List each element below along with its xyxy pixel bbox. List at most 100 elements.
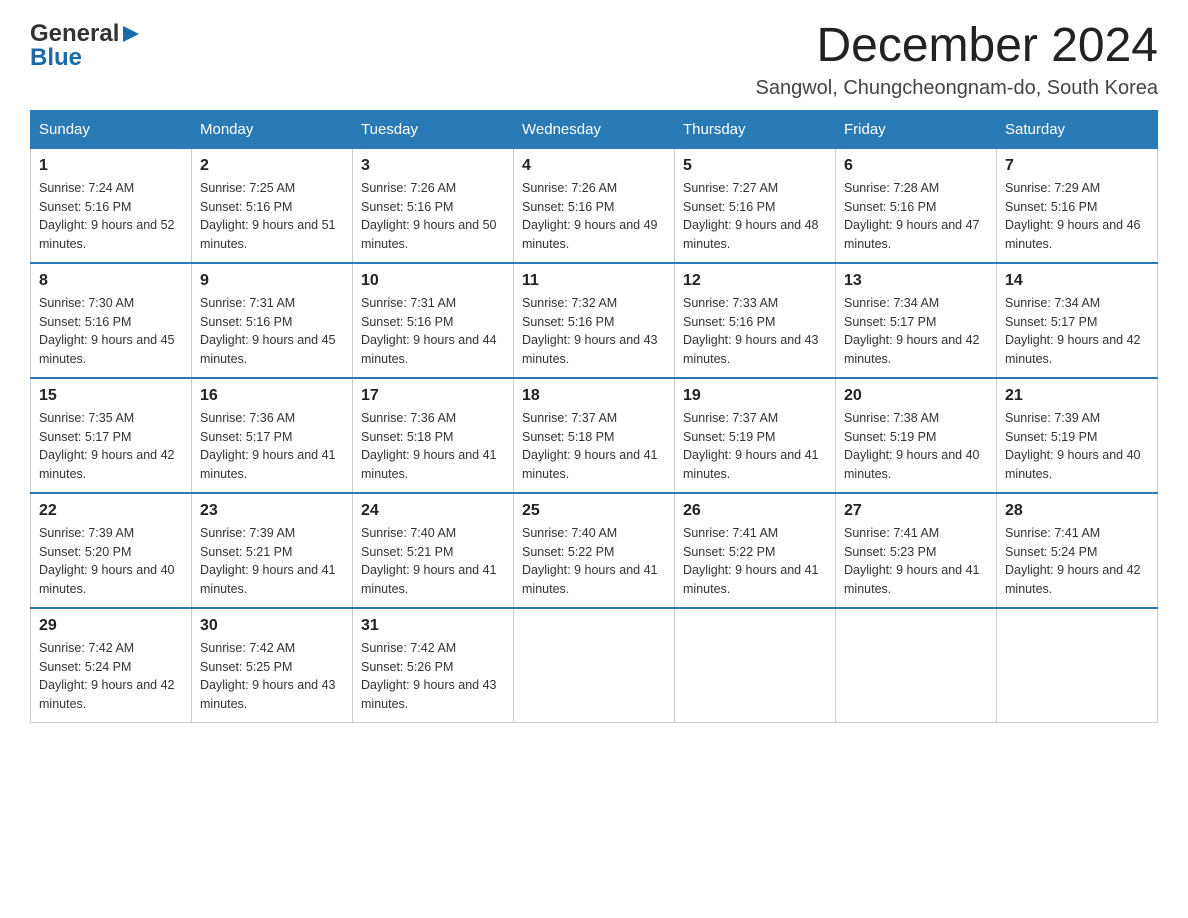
day-info: Sunrise: 7:42 AMSunset: 5:26 PMDaylight:…: [361, 639, 505, 714]
day-number: 3: [361, 157, 505, 175]
logo-arrow-icon: [121, 24, 141, 44]
calendar-cell: 31 Sunrise: 7:42 AMSunset: 5:26 PMDayligh…: [353, 608, 514, 723]
day-info: Sunrise: 7:26 AMSunset: 5:16 PMDaylight:…: [522, 179, 666, 254]
calendar-cell: 5Sunrise: 7:27 AMSunset: 5:16 PMDaylight…: [675, 148, 836, 263]
calendar-cell: 7 Sunrise: 7:29 AMSunset: 5:16 PMDaylight…: [997, 148, 1158, 263]
calendar-cell: 15 Sunrise: 7:35 AMSunset: 5:17 PMDayligh…: [31, 378, 192, 493]
day-number: 25: [522, 502, 666, 520]
day-info: Sunrise: 7:34 AMSunset: 5:17 PMDaylight:…: [844, 294, 988, 369]
day-number: 13: [844, 272, 988, 290]
day-number: 1: [39, 157, 183, 175]
calendar-cell: [675, 608, 836, 723]
calendar-header-row: SundayMondayTuesdayWednesdayThursdayFrid…: [31, 110, 1158, 148]
day-number: 2: [200, 157, 344, 175]
calendar-cell: 22 Sunrise: 7:39 AMSunset: 5:20 PMDayligh…: [31, 493, 192, 608]
day-number: 9: [200, 272, 344, 290]
day-info: Sunrise: 7:33 AMSunset: 5:16 PMDaylight:…: [683, 294, 827, 369]
day-info: Sunrise: 7:26 AMSunset: 5:16 PMDaylight:…: [361, 179, 505, 254]
calendar-cell: 9 Sunrise: 7:31 AMSunset: 5:16 PMDaylight…: [192, 263, 353, 378]
day-info: Sunrise: 7:25 AMSunset: 5:16 PMDaylight:…: [200, 179, 344, 254]
calendar-cell: 12 Sunrise: 7:33 AMSunset: 5:16 PMDayligh…: [675, 263, 836, 378]
calendar-cell: 19 Sunrise: 7:37 AMSunset: 5:19 PMDayligh…: [675, 378, 836, 493]
day-info: Sunrise: 7:39 AMSunset: 5:19 PMDaylight:…: [1005, 409, 1149, 484]
calendar-cell: 25 Sunrise: 7:40 AMSunset: 5:22 PMDayligh…: [514, 493, 675, 608]
calendar-cell: 2 Sunrise: 7:25 AMSunset: 5:16 PMDaylight…: [192, 148, 353, 263]
day-number: 23: [200, 502, 344, 520]
day-info: Sunrise: 7:37 AMSunset: 5:18 PMDaylight:…: [522, 409, 666, 484]
day-of-week-sunday: Sunday: [31, 110, 192, 148]
day-info: Sunrise: 7:42 AMSunset: 5:24 PMDaylight:…: [39, 639, 183, 714]
day-info: Sunrise: 7:40 AMSunset: 5:22 PMDaylight:…: [522, 524, 666, 599]
page-subtitle: Sangwol, Chungcheongnam-do, South Korea: [756, 77, 1159, 100]
calendar-cell: 16 Sunrise: 7:36 AMSunset: 5:17 PMDayligh…: [192, 378, 353, 493]
calendar-table: SundayMondayTuesdayWednesdayThursdayFrid…: [30, 110, 1158, 723]
day-of-week-wednesday: Wednesday: [514, 110, 675, 148]
day-info: Sunrise: 7:36 AMSunset: 5:18 PMDaylight:…: [361, 409, 505, 484]
day-info: Sunrise: 7:39 AMSunset: 5:20 PMDaylight:…: [39, 524, 183, 599]
day-number: 8: [39, 272, 183, 290]
day-number: 16: [200, 387, 344, 405]
day-of-week-monday: Monday: [192, 110, 353, 148]
day-number: 12: [683, 272, 827, 290]
day-number: 15: [39, 387, 183, 405]
calendar-cell: 3 Sunrise: 7:26 AMSunset: 5:16 PMDaylight…: [353, 148, 514, 263]
day-of-week-friday: Friday: [836, 110, 997, 148]
day-info: Sunrise: 7:27 AMSunset: 5:16 PMDaylight:…: [683, 179, 827, 254]
calendar-cell: 13 Sunrise: 7:34 AMSunset: 5:17 PMDayligh…: [836, 263, 997, 378]
day-of-week-thursday: Thursday: [675, 110, 836, 148]
day-info: Sunrise: 7:29 AMSunset: 5:16 PMDaylight:…: [1005, 179, 1149, 254]
day-number: 4: [522, 157, 666, 175]
day-number: 19: [683, 387, 827, 405]
day-number: 22: [39, 502, 183, 520]
day-of-week-saturday: Saturday: [997, 110, 1158, 148]
day-number: 20: [844, 387, 988, 405]
calendar-cell: 20Sunrise: 7:38 AMSunset: 5:19 PMDayligh…: [836, 378, 997, 493]
logo: General Blue: [30, 20, 141, 72]
calendar-cell: 30Sunrise: 7:42 AMSunset: 5:25 PMDayligh…: [192, 608, 353, 723]
calendar-week-row: 8Sunrise: 7:30 AMSunset: 5:16 PMDaylight…: [31, 263, 1158, 378]
calendar-cell: [836, 608, 997, 723]
day-info: Sunrise: 7:36 AMSunset: 5:17 PMDaylight:…: [200, 409, 344, 484]
day-info: Sunrise: 7:41 AMSunset: 5:23 PMDaylight:…: [844, 524, 988, 599]
calendar-cell: 11 Sunrise: 7:32 AMSunset: 5:16 PMDayligh…: [514, 263, 675, 378]
calendar-cell: 8Sunrise: 7:30 AMSunset: 5:16 PMDaylight…: [31, 263, 192, 378]
page-header: General Blue December 2024 Sangwol, Chun…: [30, 20, 1158, 100]
day-info: Sunrise: 7:39 AMSunset: 5:21 PMDaylight:…: [200, 524, 344, 599]
day-info: Sunrise: 7:37 AMSunset: 5:19 PMDaylight:…: [683, 409, 827, 484]
day-info: Sunrise: 7:42 AMSunset: 5:25 PMDaylight:…: [200, 639, 344, 714]
day-info: Sunrise: 7:32 AMSunset: 5:16 PMDaylight:…: [522, 294, 666, 369]
day-number: 10: [361, 272, 505, 290]
calendar-cell: 24Sunrise: 7:40 AMSunset: 5:21 PMDayligh…: [353, 493, 514, 608]
calendar-cell: 23 Sunrise: 7:39 AMSunset: 5:21 PMDayligh…: [192, 493, 353, 608]
day-number: 14: [1005, 272, 1149, 290]
calendar-cell: [997, 608, 1158, 723]
day-info: Sunrise: 7:41 AMSunset: 5:22 PMDaylight:…: [683, 524, 827, 599]
day-number: 24: [361, 502, 505, 520]
day-info: Sunrise: 7:34 AMSunset: 5:17 PMDaylight:…: [1005, 294, 1149, 369]
day-number: 31: [361, 617, 505, 635]
day-info: Sunrise: 7:28 AMSunset: 5:16 PMDaylight:…: [844, 179, 988, 254]
title-area: December 2024 Sangwol, Chungcheongnam-do…: [756, 20, 1159, 100]
day-number: 7: [1005, 157, 1149, 175]
calendar-cell: 10 Sunrise: 7:31 AMSunset: 5:16 PMDayligh…: [353, 263, 514, 378]
calendar-cell: 18 Sunrise: 7:37 AMSunset: 5:18 PMDayligh…: [514, 378, 675, 493]
day-number: 29: [39, 617, 183, 635]
day-info: Sunrise: 7:35 AMSunset: 5:17 PMDaylight:…: [39, 409, 183, 484]
day-number: 6: [844, 157, 988, 175]
calendar-cell: [514, 608, 675, 723]
day-number: 18: [522, 387, 666, 405]
day-info: Sunrise: 7:31 AMSunset: 5:16 PMDaylight:…: [200, 294, 344, 369]
calendar-cell: 14 Sunrise: 7:34 AMSunset: 5:17 PMDayligh…: [997, 263, 1158, 378]
calendar-cell: 17Sunrise: 7:36 AMSunset: 5:18 PMDayligh…: [353, 378, 514, 493]
calendar-cell: 29 Sunrise: 7:42 AMSunset: 5:24 PMDayligh…: [31, 608, 192, 723]
day-number: 11: [522, 272, 666, 290]
day-number: 28: [1005, 502, 1149, 520]
day-info: Sunrise: 7:41 AMSunset: 5:24 PMDaylight:…: [1005, 524, 1149, 599]
logo-blue: Blue: [30, 44, 82, 72]
page-title: December 2024: [756, 20, 1159, 73]
day-info: Sunrise: 7:31 AMSunset: 5:16 PMDaylight:…: [361, 294, 505, 369]
calendar-cell: 27Sunrise: 7:41 AMSunset: 5:23 PMDayligh…: [836, 493, 997, 608]
calendar-cell: 1Sunrise: 7:24 AMSunset: 5:16 PMDaylight…: [31, 148, 192, 263]
calendar-cell: 6 Sunrise: 7:28 AMSunset: 5:16 PMDaylight…: [836, 148, 997, 263]
day-number: 26: [683, 502, 827, 520]
